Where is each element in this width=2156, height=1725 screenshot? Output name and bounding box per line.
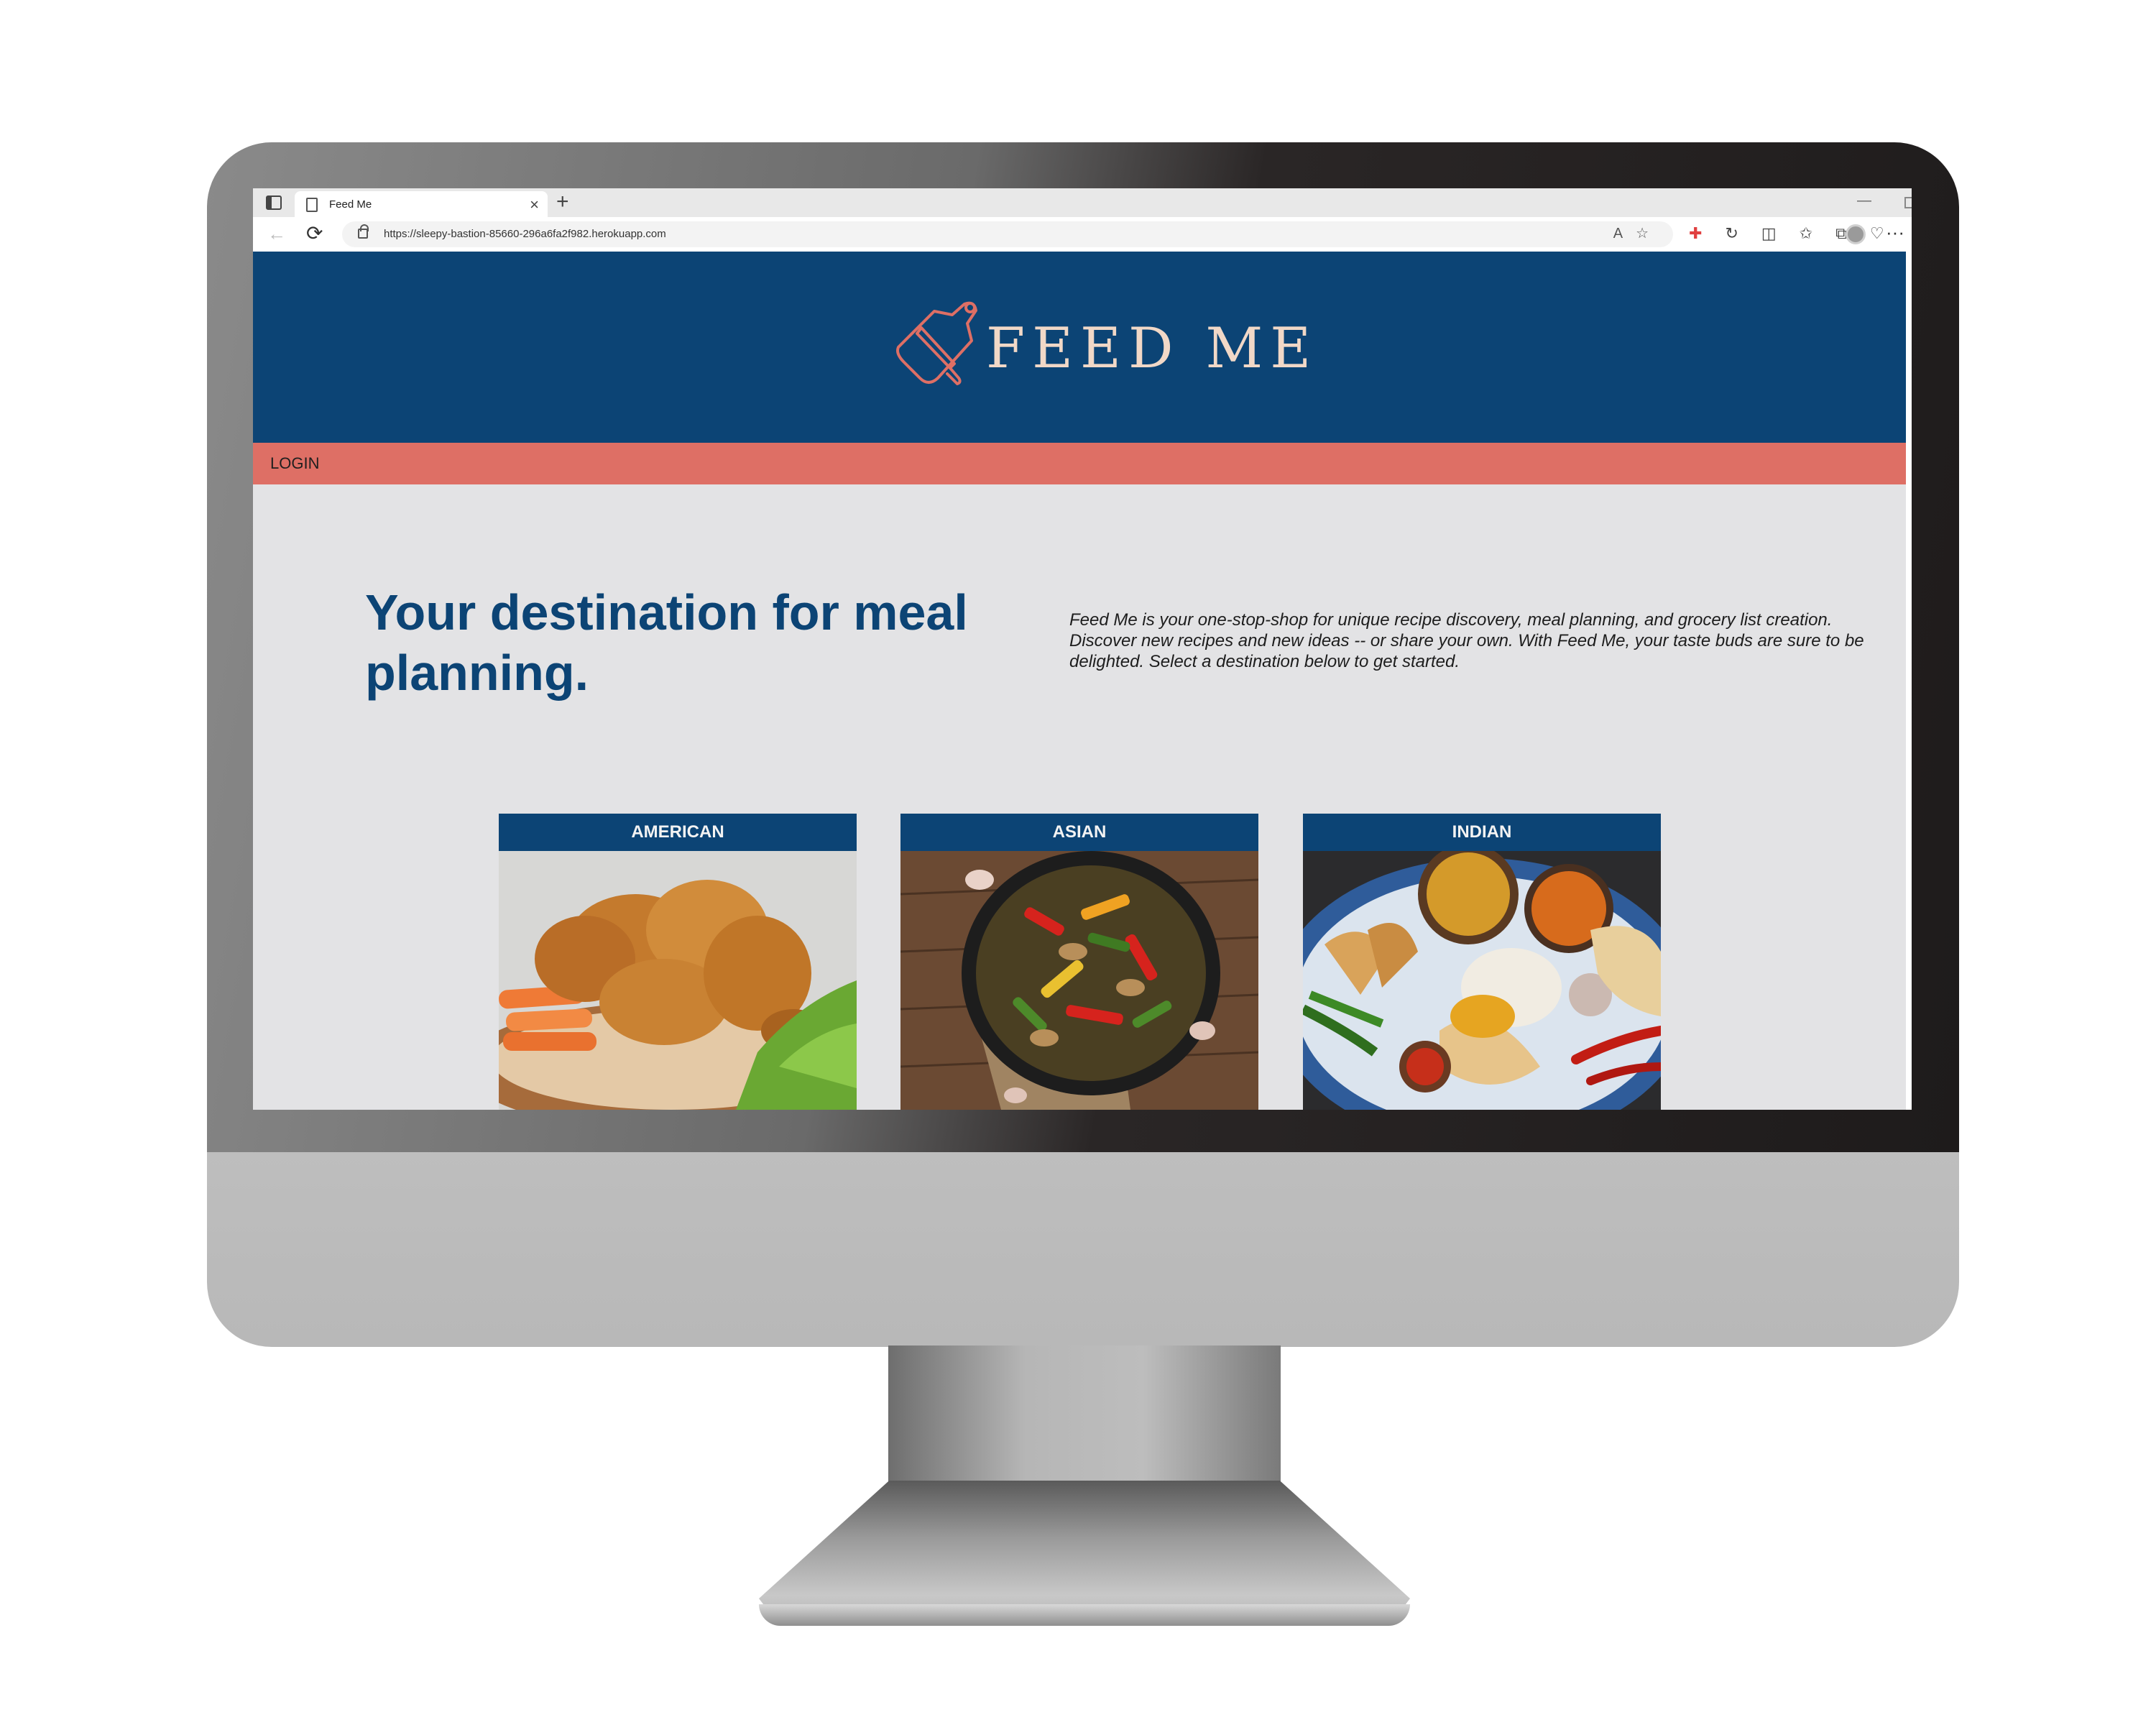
browser-tabstrip: Feed Me × + — xyxy=(253,188,1912,217)
hero-title: Your destination for meal planning. xyxy=(365,584,968,701)
fried-chicken-image[interactable] xyxy=(499,851,857,1110)
browser-addressbar: ← ⟳ https://sleepy-bastion-85660-296a6fa… xyxy=(253,217,1912,252)
refresh-extension-icon[interactable]: ↻ xyxy=(1725,224,1738,243)
tab-actions-icon[interactable] xyxy=(266,196,282,210)
split-screen-icon[interactable]: ◫ xyxy=(1761,224,1777,243)
monitor-stand-base xyxy=(759,1481,1410,1624)
login-link[interactable]: LOGIN xyxy=(270,454,319,473)
monitor-stand-lip xyxy=(759,1604,1410,1626)
tab-title: Feed Me xyxy=(329,198,372,211)
browser-essentials-icon[interactable]: ♡ xyxy=(1870,224,1884,243)
url-text[interactable]: https://sleepy-bastion-85660-296a6fa2f98… xyxy=(384,228,666,240)
logo-text[interactable]: FEED ME xyxy=(986,316,1318,381)
hero-description: Feed Me is your one-stop-shop for unique… xyxy=(1069,610,1864,671)
screen: Feed Me × + — ← ⟳ https://sleepy-bastion… xyxy=(253,188,1912,1110)
cutting-board-knife-icon xyxy=(896,301,977,385)
url-actions: A☆ xyxy=(1613,224,1662,242)
card-title: INDIAN xyxy=(1452,822,1512,842)
cuisine-card-american[interactable]: AMERICAN xyxy=(499,814,857,1110)
page-icon xyxy=(306,198,318,212)
nav-bar: LOGIN xyxy=(253,443,1906,484)
card-title: AMERICAN xyxy=(631,822,724,842)
screen-edge xyxy=(1906,252,1912,1110)
minimize-icon[interactable]: — xyxy=(1857,193,1871,209)
favorite-star-icon[interactable]: ☆ xyxy=(1636,226,1662,242)
favorites-icon[interactable]: ✩ xyxy=(1800,224,1812,243)
browser-tab[interactable]: Feed Me × xyxy=(295,191,548,217)
read-aloud-icon[interactable]: A xyxy=(1613,226,1636,242)
url-input[interactable]: https://sleepy-bastion-85660-296a6fa2f98… xyxy=(342,221,1673,247)
reload-button[interactable]: ⟳ xyxy=(306,221,323,245)
extension-icon[interactable]: ✚ xyxy=(1689,224,1702,243)
lock-icon[interactable] xyxy=(358,224,369,239)
cuisine-card-indian[interactable]: INDIAN xyxy=(1303,814,1661,1110)
back-button[interactable]: ← xyxy=(267,223,286,245)
new-tab-button[interactable]: + xyxy=(556,190,569,214)
cuisine-card-asian[interactable]: ASIAN xyxy=(900,814,1258,1110)
more-menu-icon[interactable]: ··· xyxy=(1886,221,1904,244)
close-tab-icon[interactable]: × xyxy=(530,196,539,214)
profile-avatar[interactable] xyxy=(1846,224,1866,244)
stir-fry-pan-image[interactable] xyxy=(900,851,1258,1110)
site-header: FEED ME xyxy=(253,252,1906,443)
card-title: ASIAN xyxy=(1052,822,1107,842)
maximize-icon[interactable] xyxy=(1904,197,1912,208)
indian-thali-image[interactable] xyxy=(1303,851,1661,1110)
